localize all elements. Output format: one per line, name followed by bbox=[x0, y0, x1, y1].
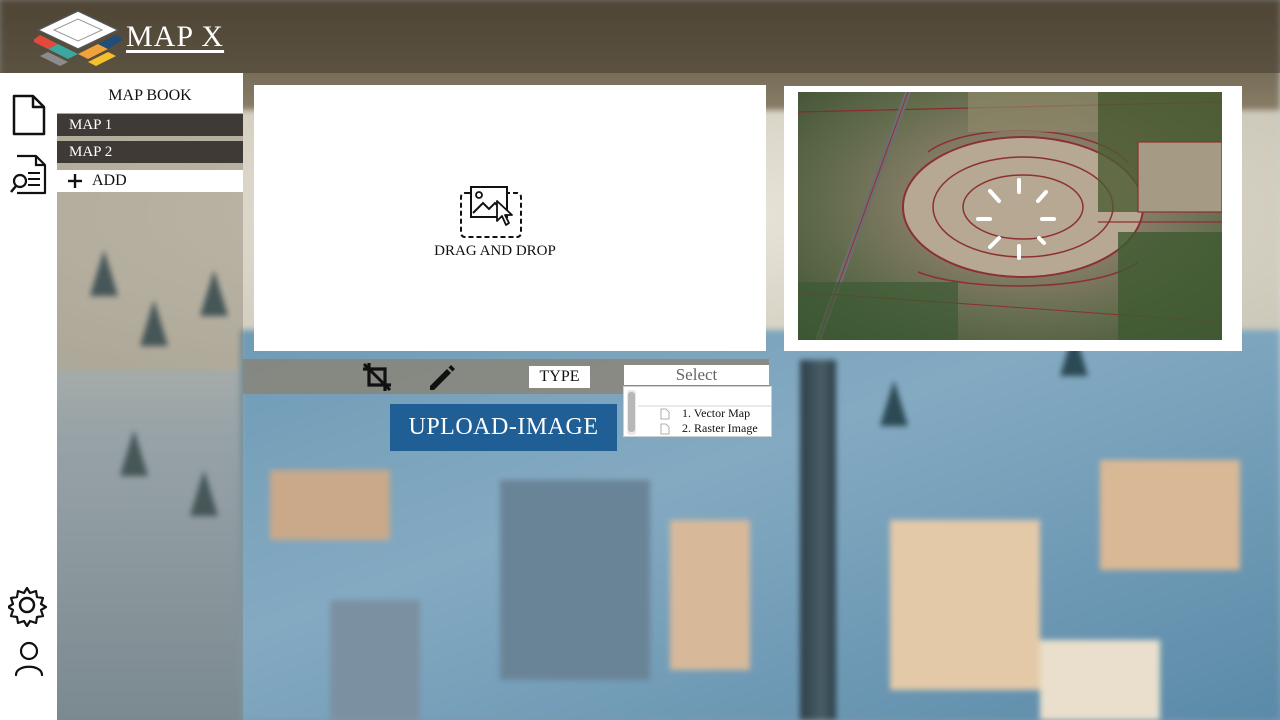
background-building bbox=[1100, 460, 1240, 570]
background-building bbox=[330, 600, 420, 720]
background-church-spire bbox=[800, 360, 836, 720]
plus-icon bbox=[68, 174, 82, 188]
background-building bbox=[270, 470, 390, 540]
settings-icon[interactable] bbox=[8, 583, 48, 627]
map-book-panel: MAP BOOK MAP 1 MAP 2 ADD bbox=[57, 73, 243, 720]
app-header: MAP X bbox=[0, 0, 1280, 73]
map-x-logo-icon bbox=[34, 10, 122, 66]
dropdown-option-vector-map[interactable]: 1. Vector Map bbox=[660, 406, 772, 421]
background-building bbox=[890, 520, 1040, 690]
pencil-icon[interactable] bbox=[425, 361, 457, 393]
map-book-item-map-1[interactable]: MAP 1 bbox=[57, 114, 243, 136]
map-type-select[interactable]: Select bbox=[624, 365, 769, 385]
map-type-dropdown: 1. Vector Map 2. Raster Image bbox=[623, 386, 772, 437]
background-building bbox=[500, 480, 650, 680]
image-drop-icon bbox=[460, 186, 522, 238]
dropdown-option-raster-image[interactable]: 2. Raster Image bbox=[660, 421, 772, 436]
add-map-button[interactable]: ADD bbox=[57, 170, 243, 192]
crop-off-icon[interactable] bbox=[361, 361, 393, 393]
background-tree bbox=[880, 380, 908, 426]
user-icon[interactable] bbox=[8, 637, 48, 681]
dropdown-option-label: 2. Raster Image bbox=[682, 421, 758, 435]
loading-spinner-icon bbox=[976, 178, 1056, 260]
document-icon[interactable] bbox=[8, 93, 48, 137]
file-icon bbox=[660, 408, 670, 420]
image-drop-zone[interactable]: DRAG AND DROP bbox=[254, 85, 766, 351]
map-book-item-map-2[interactable]: MAP 2 bbox=[57, 141, 243, 163]
type-label: TYPE bbox=[529, 366, 590, 388]
upload-image-button[interactable]: UPLOAD-IMAGE bbox=[390, 404, 617, 451]
search-document-icon[interactable] bbox=[8, 153, 48, 197]
file-icon bbox=[660, 423, 670, 435]
background-building bbox=[670, 520, 750, 670]
map-book-title: MAP BOOK bbox=[57, 73, 243, 113]
dropdown-scrollbar-thumb[interactable] bbox=[628, 392, 635, 432]
add-map-label: ADD bbox=[92, 172, 127, 189]
drag-and-drop-label: DRAG AND DROP bbox=[434, 243, 556, 259]
app-title[interactable]: MAP X bbox=[126, 20, 224, 54]
dropdown-option-label: 1. Vector Map bbox=[682, 406, 751, 420]
background-building bbox=[1040, 640, 1160, 720]
icon-rail bbox=[0, 73, 57, 720]
dropdown-scrollbar[interactable] bbox=[627, 390, 636, 435]
